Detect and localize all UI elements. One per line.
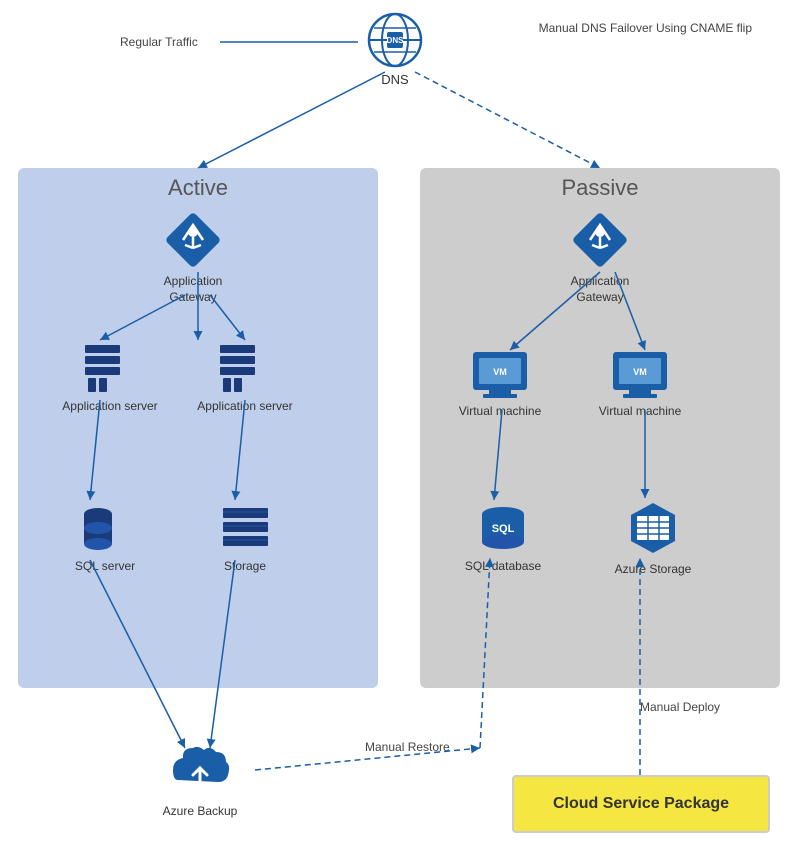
passive-app-gateway: Application Gateway [555,210,645,305]
passive-vm-2-label: Virtual machine [590,404,690,420]
sql-db-icon: SQL [474,500,532,555]
dns-icon-block: DNS DNS [355,10,435,87]
regular-traffic-label: Regular Traffic [120,35,198,49]
app-server-icon-2 [218,340,273,395]
passive-sql-db: SQL SQL database [448,500,558,575]
active-storage-label: Storage [195,559,295,575]
passive-vm-1: VM Virtual machine [450,350,550,420]
cloud-service-package: Cloud Service Package [512,775,770,833]
dns-label: DNS [355,72,435,87]
svg-text:VM: VM [493,367,507,377]
active-zone-label: Active [18,175,378,201]
active-app-server-1: Application server [60,340,160,415]
active-sql-server-label: SQL server [55,559,155,575]
azure-backup-label: Azure Backup [155,804,245,820]
passive-zone-label: Passive [420,175,780,201]
azure-storage-icon [623,498,683,558]
active-app-server-2: Application server [195,340,295,415]
passive-vm-1-label: Virtual machine [450,404,550,420]
azure-backup-icon [168,740,233,800]
active-app-server-2-label: Application server [195,399,295,415]
sql-server-icon [78,500,133,555]
svg-text:SQL: SQL [492,523,515,535]
manual-deploy-label: Manual Deploy [640,700,720,714]
app-server-icon-1 [83,340,138,395]
manual-dns-label: Manual DNS Failover Using CNAME flip [539,20,752,37]
vm-icon-2: VM [611,350,669,400]
manual-restore-label: Manual Restore [365,740,450,754]
passive-vm-2: VM Virtual machine [590,350,690,420]
active-sql-server: SQL server [55,500,155,575]
diagram: Active Passive DNS DNS Regular Traffic M… [0,0,802,848]
active-storage: Storage [195,500,295,575]
passive-sql-db-label: SQL database [448,559,558,575]
vm-icon-1: VM [471,350,529,400]
passive-app-gateway-icon [570,210,630,270]
globe-icon: DNS [365,10,425,70]
passive-azure-storage: Azure Storage [598,498,708,578]
active-app-gateway: Application Gateway [148,210,238,305]
svg-text:VM: VM [633,367,647,377]
azure-backup: Azure Backup [155,740,245,820]
passive-app-gateway-label: Application Gateway [555,274,645,305]
cloud-service-package-label: Cloud Service Package [553,795,729,813]
svg-text:DNS: DNS [387,36,405,45]
passive-azure-storage-label: Azure Storage [598,562,708,578]
storage-icon [218,500,273,555]
app-gateway-icon [163,210,223,270]
active-app-gateway-label: Application Gateway [148,274,238,305]
dns-to-passive-arrow [415,72,600,168]
active-app-server-1-label: Application server [60,399,160,415]
